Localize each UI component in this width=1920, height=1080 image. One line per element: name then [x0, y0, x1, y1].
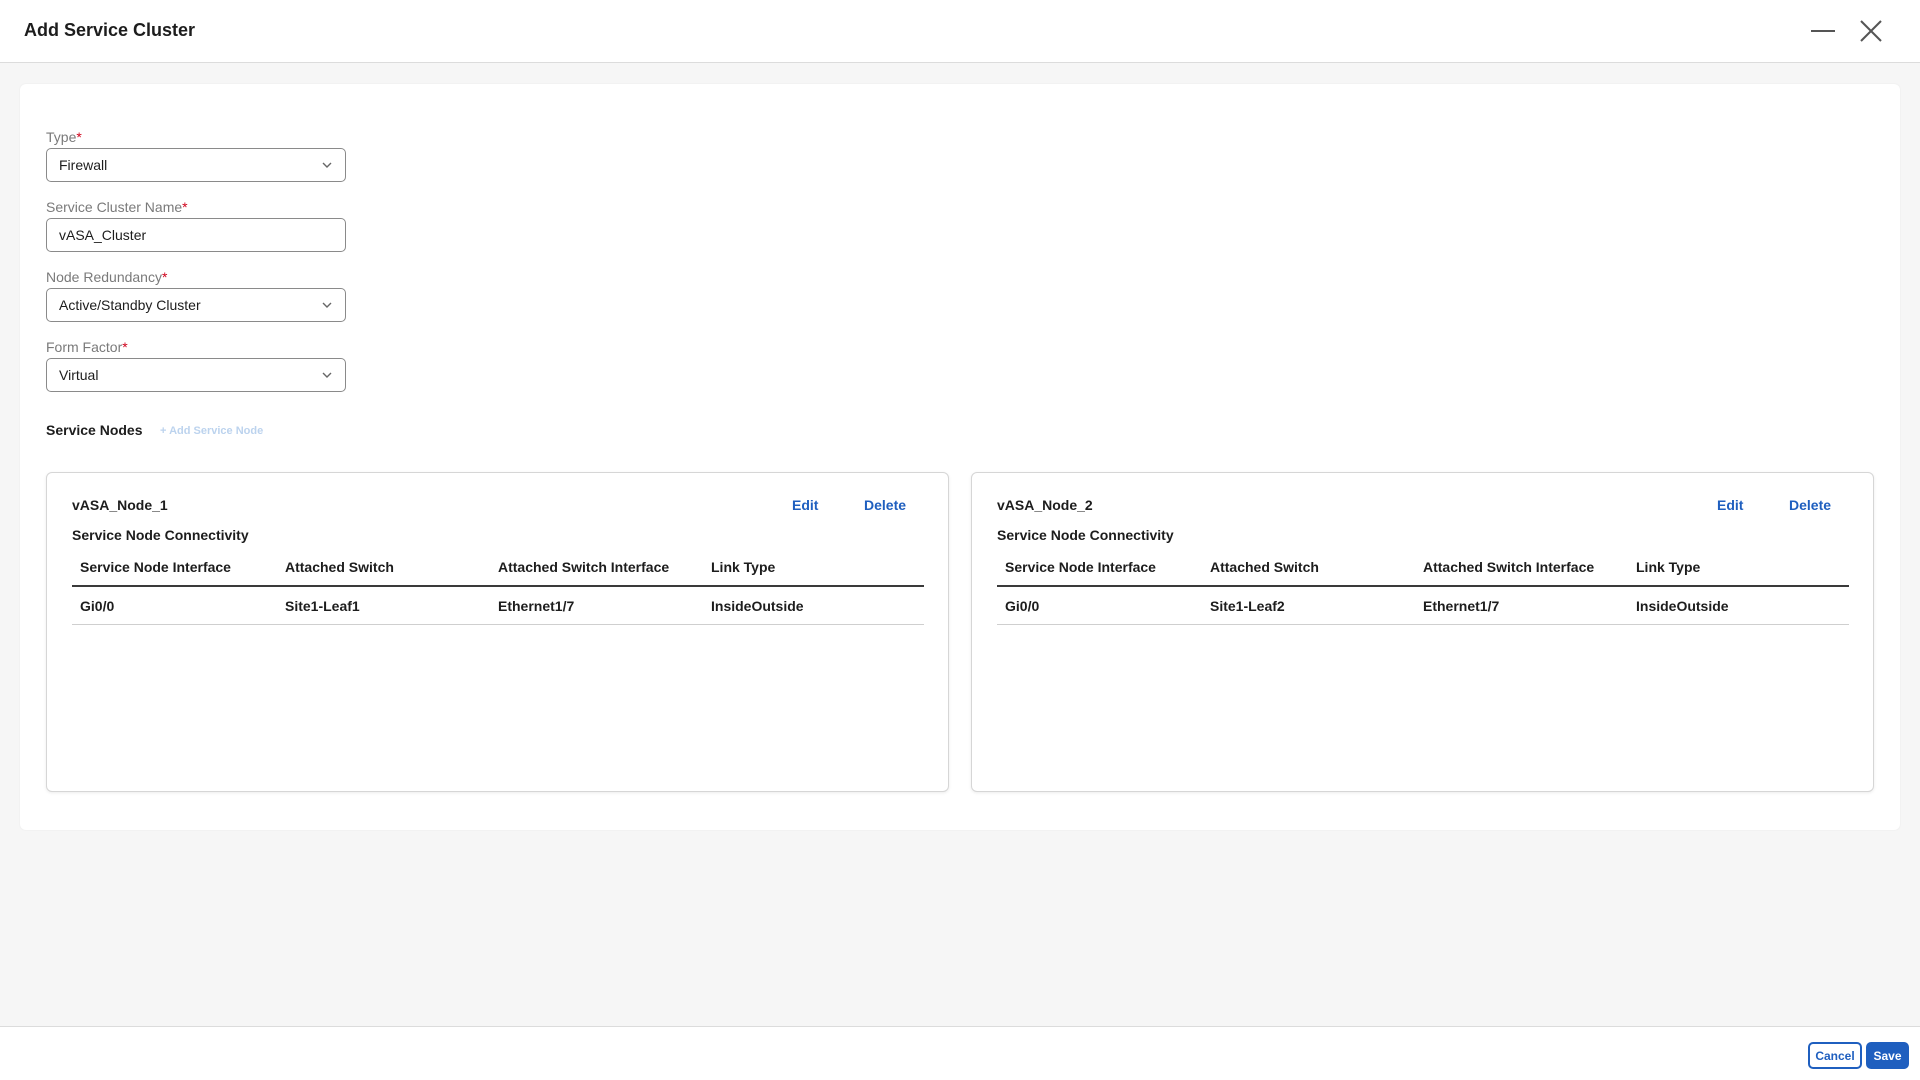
column-header: Link Type: [1636, 559, 1701, 575]
minimize-icon: [1811, 30, 1835, 32]
chevron-down-icon: [321, 369, 333, 381]
add-service-node-link[interactable]: + Add Service Node: [160, 425, 263, 437]
column-header: Attached Switch Interface: [498, 559, 670, 575]
column-header: Attached Switch: [285, 559, 394, 575]
cluster-name-input-wrapper: [46, 218, 346, 252]
table-cell: Gi0/0: [1005, 597, 1040, 614]
dialog-footer: Cancel Save: [0, 1026, 1920, 1080]
table-row: Gi0/0 Site1-Leaf2 Ethernet1/7 InsideOuts…: [997, 587, 1849, 625]
column-header: Attached Switch: [1210, 559, 1319, 575]
chevron-down-icon: [321, 299, 333, 311]
dialog-header: Add Service Cluster: [0, 0, 1920, 63]
connectivity-table: Service Node Interface Attached Switch A…: [997, 549, 1849, 625]
service-nodes-title: Service Nodes: [46, 422, 143, 438]
table-row: Gi0/0 Site1-Leaf1 Ethernet1/7 InsideOuts…: [72, 587, 924, 625]
connectivity-title: Service Node Connectivity: [72, 527, 249, 543]
table-cell: Ethernet1/7: [498, 597, 575, 614]
form-factor-label: Form Factor*: [46, 339, 128, 355]
delete-node-button[interactable]: Delete: [1789, 497, 1831, 513]
cluster-name-input[interactable]: [59, 227, 333, 243]
column-header: Service Node Interface: [1005, 559, 1156, 575]
service-node-card: vASA_Node_2 Edit Delete Service Node Con…: [971, 472, 1874, 792]
node-redundancy-value: Active/Standby Cluster: [59, 297, 201, 313]
table-header: Service Node Interface Attached Switch A…: [72, 549, 924, 587]
form-factor-select[interactable]: Virtual: [46, 358, 346, 392]
table-cell: InsideOutside: [1636, 597, 1729, 614]
form-factor-field: Form Factor* Virtual: [46, 338, 346, 392]
edit-node-button[interactable]: Edit: [1717, 497, 1743, 513]
form-factor-value: Virtual: [59, 367, 99, 383]
node-redundancy-field: Node Redundancy* Active/Standby Cluster: [46, 268, 346, 322]
cluster-name-field: Service Cluster Name*: [46, 198, 346, 252]
type-field: Type* Firewall: [46, 128, 346, 182]
table-cell: Ethernet1/7: [1423, 597, 1500, 614]
connectivity-table: Service Node Interface Attached Switch A…: [72, 549, 924, 625]
table-cell: Site1-Leaf1: [285, 597, 360, 614]
cancel-button[interactable]: Cancel: [1808, 1042, 1862, 1069]
table-cell: Gi0/0: [80, 597, 115, 614]
service-node-card: vASA_Node_1 Edit Delete Service Node Con…: [46, 472, 949, 792]
save-button[interactable]: Save: [1866, 1042, 1909, 1069]
type-select[interactable]: Firewall: [46, 148, 346, 182]
node-name: vASA_Node_1: [72, 497, 168, 513]
type-value: Firewall: [59, 157, 108, 173]
connectivity-title: Service Node Connectivity: [997, 527, 1174, 543]
chevron-down-icon: [321, 159, 333, 171]
cluster-name-label: Service Cluster Name*: [46, 199, 188, 215]
column-header: Attached Switch Interface: [1423, 559, 1595, 575]
minimize-button[interactable]: [1806, 14, 1840, 48]
close-icon: [1860, 20, 1882, 42]
form-card: Type* Firewall Service Cluster Name* Nod…: [20, 84, 1900, 830]
table-header: Service Node Interface Attached Switch A…: [997, 549, 1849, 587]
dialog-title: Add Service Cluster: [24, 20, 196, 40]
delete-node-button[interactable]: Delete: [864, 497, 906, 513]
edit-node-button[interactable]: Edit: [792, 497, 818, 513]
column-header: Service Node Interface: [80, 559, 231, 575]
node-redundancy-select[interactable]: Active/Standby Cluster: [46, 288, 346, 322]
node-redundancy-label: Node Redundancy*: [46, 269, 168, 285]
table-cell: Site1-Leaf2: [1210, 597, 1285, 614]
type-label: Type*: [46, 129, 82, 145]
close-button[interactable]: [1854, 14, 1888, 48]
table-cell: InsideOutside: [711, 597, 804, 614]
node-name: vASA_Node_2: [997, 497, 1093, 513]
column-header: Link Type: [711, 559, 776, 575]
